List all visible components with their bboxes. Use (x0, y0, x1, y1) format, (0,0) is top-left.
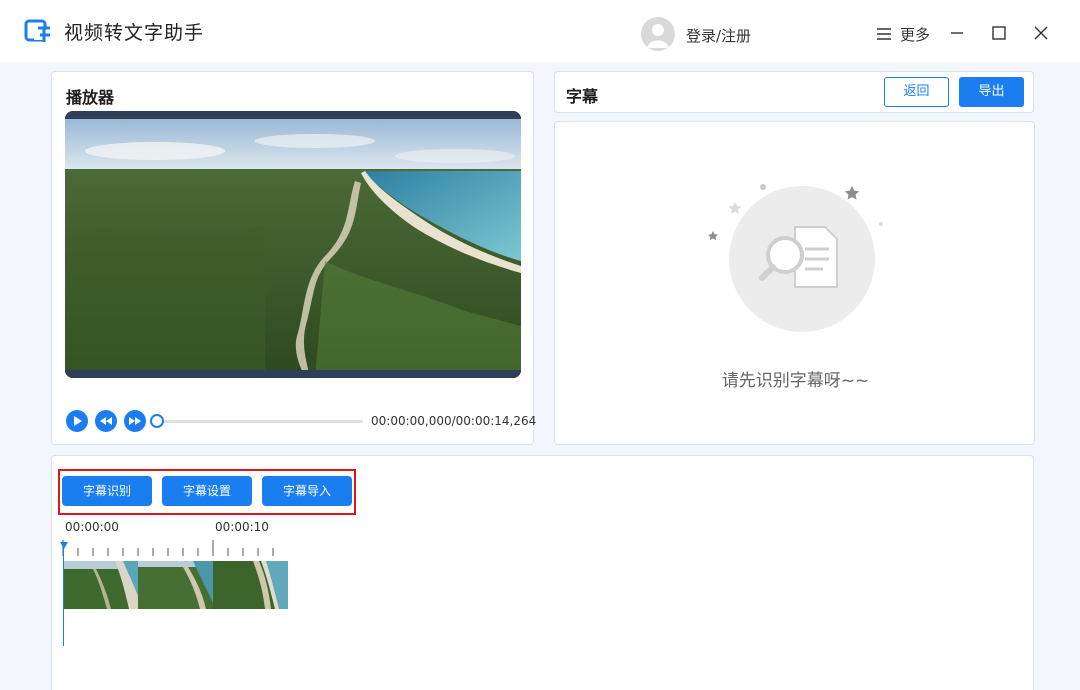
rewind-button[interactable] (95, 410, 117, 432)
subtitle-import-button[interactable]: 字幕导入 (262, 476, 352, 506)
more-menu-button[interactable]: 更多 (876, 24, 930, 44)
playhead[interactable] (63, 544, 64, 646)
player-title: 播放器 (66, 88, 115, 107)
play-icon (74, 416, 82, 426)
thumbnail (63, 561, 138, 609)
progress-knob[interactable] (150, 414, 164, 428)
subtitle-title: 字幕 (566, 87, 599, 106)
close-icon[interactable] (1029, 21, 1053, 45)
fast-forward-icon (129, 417, 141, 425)
more-label: 更多 (900, 25, 931, 44)
app-logo-icon (24, 19, 50, 42)
empty-message: 请先识别字幕呀~~ (721, 371, 870, 391)
play-button[interactable] (66, 410, 88, 432)
document-search-icon (708, 184, 883, 332)
playhead-marker[interactable] (60, 542, 68, 549)
time-readout: 00:00:00,000/00:00:14,264 (371, 414, 537, 428)
subtitle-recognize-button[interactable]: 字幕识别 (62, 476, 152, 506)
title-bar: 视频转文字助手 登录/注册 更多 (0, 0, 1080, 62)
rewind-icon (100, 417, 112, 425)
subtitle-settings-button[interactable]: 字幕设置 (162, 476, 252, 506)
user-avatar-icon[interactable] (641, 17, 675, 51)
back-button[interactable]: 返回 (884, 77, 949, 107)
video-preview[interactable] (65, 111, 521, 378)
video-thumbnails[interactable] (63, 561, 288, 609)
progress-track[interactable] (155, 420, 363, 423)
timeline-ruler[interactable] (62, 540, 284, 556)
fast-forward-button[interactable] (124, 410, 146, 432)
time-mark: 00:00:10 (215, 520, 269, 534)
playback-controls: 00:00:00,000/00:00:14,264 (66, 410, 536, 432)
time-mark: 00:00:00 (65, 520, 119, 534)
menu-icon (877, 28, 891, 40)
maximize-icon[interactable] (987, 21, 1011, 45)
export-button[interactable]: 导出 (959, 77, 1024, 107)
app-title: 视频转文字助手 (64, 22, 205, 44)
minimize-icon[interactable] (945, 21, 969, 45)
login-register-link[interactable]: 登录/注册 (686, 25, 751, 46)
player-panel: 播放器 00:00:00,000/00:00:14,264 (51, 71, 536, 445)
thumbnail (138, 561, 213, 609)
subtitle-panel: 请先识别字幕呀~~ (554, 121, 1035, 445)
subtitle-header: 字幕 返回 导出 (554, 71, 1034, 113)
timeline-panel: 字幕识别 字幕设置 字幕导入 00:00:00 00:00:10 (51, 455, 1034, 690)
thumbnail (213, 561, 288, 609)
